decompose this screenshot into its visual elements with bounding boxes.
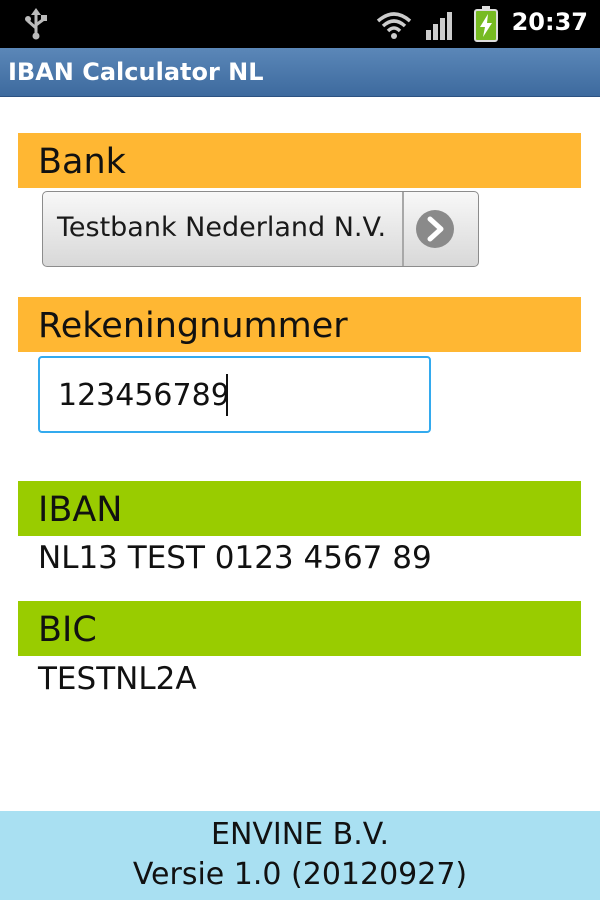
bank-spinner[interactable]: Testbank Nederland N.V.: [42, 191, 479, 267]
account-section-header: Rekeningnummer: [18, 297, 581, 352]
bic-section-header: BIC: [18, 601, 581, 656]
footer-version: Versie 1.0 (20120927): [132, 857, 468, 892]
iban-label: IBAN: [38, 490, 123, 530]
account-number-value: 123456789: [58, 378, 230, 413]
status-time: 20:37: [511, 8, 588, 36]
bank-label: Bank: [38, 142, 126, 182]
bank-spinner-value: Testbank Nederland N.V.: [57, 212, 387, 243]
wifi-icon: [376, 12, 412, 39]
signal-icon: [426, 12, 452, 40]
account-number-input[interactable]: 123456789: [38, 356, 431, 433]
bic-label: BIC: [38, 610, 97, 650]
iban-value: NL13 TEST 0123 4567 89: [38, 540, 432, 576]
spinner-divider: [402, 192, 404, 266]
bic-value: TESTNL2A: [38, 661, 197, 697]
account-label: Rekeningnummer: [38, 306, 348, 346]
footer-company: ENVINE B.V.: [210, 817, 389, 852]
usb-icon: [25, 8, 47, 40]
iban-section-header: IBAN: [18, 481, 581, 536]
battery-charging-icon: [474, 6, 498, 42]
footer: ENVINE B.V. Versie 1.0 (20120927): [0, 811, 600, 900]
status-bar: 20:37: [0, 0, 600, 48]
app-title: IBAN Calculator NL: [8, 58, 264, 86]
chevron-right-icon[interactable]: [415, 209, 455, 249]
text-cursor: [226, 374, 228, 416]
app-title-bar: IBAN Calculator NL: [0, 48, 600, 97]
bank-section-header: Bank: [18, 133, 581, 188]
